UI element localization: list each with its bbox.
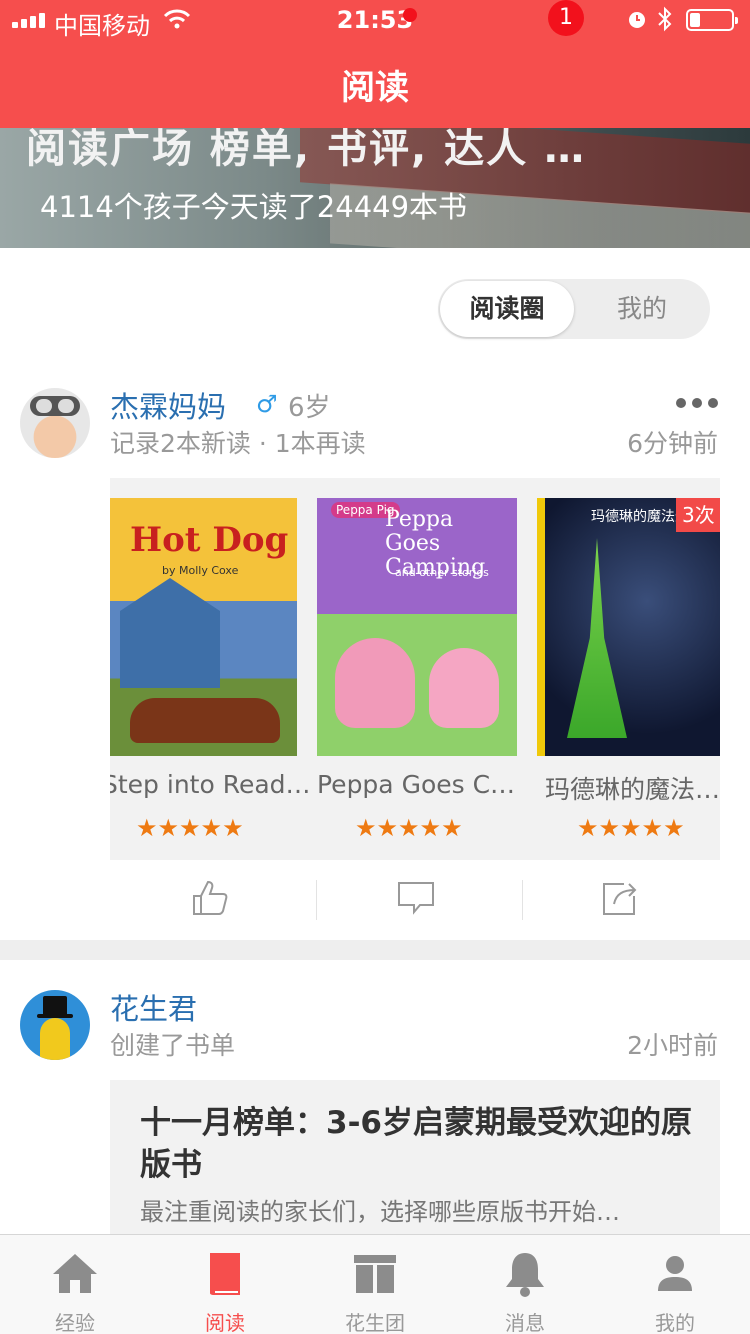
segment-mine[interactable]: 我的 [576, 281, 708, 337]
booklist-title: 十一月榜单：3-6岁启蒙期最受欢迎的原版书 [140, 1105, 693, 1183]
post-username[interactable]: 杰霖妈妈 [110, 384, 226, 426]
avatar[interactable] [20, 990, 90, 1060]
tab-peanut-group[interactable]: 花生团 [300, 1235, 450, 1334]
action-divider [316, 880, 317, 920]
battery-icon [686, 9, 738, 31]
star-rating: ★★★★★ [577, 814, 685, 842]
book-cover: 玛德琳的魔法圣 3次 [537, 498, 720, 756]
tab-mine[interactable]: 我的 [600, 1235, 750, 1334]
like-icon[interactable] [190, 878, 230, 918]
comment-icon[interactable] [396, 878, 436, 918]
message-count-badge: 1 [548, 0, 584, 36]
share-icon[interactable] [600, 878, 640, 918]
booklist-description: 最注重阅读的家长们，选择哪些原版书开始… [140, 1198, 620, 1226]
post-time: 2小时前 [627, 1031, 718, 1060]
male-icon: ♂ [256, 390, 278, 418]
feed-segmented-control: 阅读圈 我的 [438, 279, 710, 339]
post-actions [110, 870, 720, 930]
segment-reading-circle[interactable]: 阅读圈 [440, 281, 574, 337]
home-icon [53, 1254, 97, 1293]
book-title: Step into Read… [110, 770, 311, 799]
alarm-icon [629, 12, 645, 28]
tab-label: 我的 [655, 1311, 695, 1334]
book-title: 玛德琳的魔法… [545, 775, 720, 804]
banner-headline: 阅读广场 榜单, 书评, 达人 … [26, 128, 587, 172]
book-icon [210, 1253, 240, 1295]
tab-reading[interactable]: 阅读 [150, 1235, 300, 1334]
cover-title: Hot Dog [130, 520, 289, 560]
bell-icon [506, 1253, 544, 1297]
status-bar: 中国移动 21:53 [0, 0, 750, 40]
book-cover: Hot Dog by Molly Coxe [110, 498, 297, 756]
page-title: 阅读 [341, 68, 409, 108]
cover-byline: by Molly Coxe [162, 564, 239, 577]
tab-messages[interactable]: 消息 [450, 1235, 600, 1334]
tab-label: 花生团 [345, 1311, 405, 1334]
book-carousel[interactable]: Hot Dog by Molly Coxe Step into Read… ★★… [110, 478, 720, 860]
person-icon [658, 1256, 692, 1291]
group-icon [354, 1255, 396, 1293]
tab-label: 消息 [505, 1311, 545, 1334]
action-divider [522, 880, 523, 920]
post-time: 6分钟前 [627, 429, 718, 458]
more-options-icon[interactable] [676, 398, 718, 408]
tab-label: 经验 [55, 1311, 95, 1334]
tab-bar: 经验 阅读 花生团 消息 我的 [0, 1234, 750, 1334]
star-rating: ★★★★★ [136, 814, 244, 842]
star-rating: ★★★★★ [355, 814, 463, 842]
cover-subtitle: and other stories [395, 566, 489, 579]
cover-title: 玛德琳的魔法圣 [591, 509, 689, 525]
child-age: 6岁 [288, 393, 331, 423]
avatar[interactable] [20, 388, 90, 458]
notification-dot [403, 8, 417, 22]
post-summary: 记录2本新读 · 1本再读 [110, 429, 366, 458]
book-title: Peppa Goes C… [317, 770, 516, 799]
bluetooth-icon [658, 6, 672, 32]
top-bar: 中国移动 21:53 阅读 [0, 0, 750, 128]
tab-label: 阅读 [205, 1311, 245, 1334]
booklist-card[interactable]: 十一月榜单：3-6岁启蒙期最受欢迎的原版书 最注重阅读的家长们，选择哪些原版书开… [110, 1080, 720, 1240]
feed-divider [0, 940, 750, 960]
tab-experience[interactable]: 经验 [0, 1235, 150, 1334]
post-summary: 创建了书单 [110, 1031, 236, 1060]
banner-subtitle: 4114个孩子今天读了24449本书 [40, 190, 468, 224]
post-username[interactable]: 花生君 [110, 986, 197, 1028]
banner[interactable]: 阅读广场 榜单, 书评, 达人 … 4114个孩子今天读了24449本书 [0, 128, 750, 248]
read-count-badge: 3次 [676, 498, 720, 532]
book-cover: Peppa Pig Peppa Goes Camping and other s… [317, 498, 517, 756]
